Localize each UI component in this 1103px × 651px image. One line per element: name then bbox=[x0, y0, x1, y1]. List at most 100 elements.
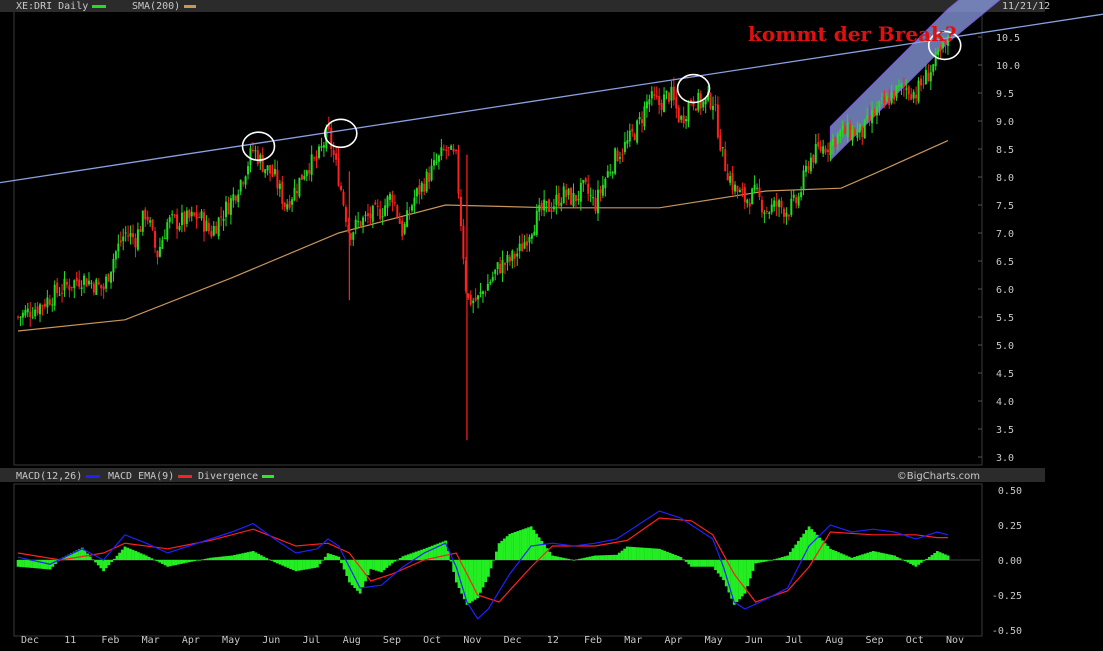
divergence-bar bbox=[30, 560, 33, 568]
candle-body bbox=[122, 236, 125, 242]
candle-body bbox=[134, 238, 137, 248]
price-panel-frame bbox=[13, 9, 983, 466]
month-tick-label: Feb bbox=[101, 635, 119, 646]
divergence-bar bbox=[489, 560, 493, 569]
candle-body bbox=[271, 172, 274, 177]
divergence-bar bbox=[505, 536, 509, 560]
candle-body bbox=[829, 142, 832, 156]
candle-body bbox=[667, 92, 670, 102]
candle-body bbox=[310, 154, 313, 175]
candle-body bbox=[753, 184, 756, 190]
candle-body bbox=[234, 195, 237, 201]
candle-body bbox=[927, 72, 930, 82]
candle-body bbox=[420, 182, 423, 192]
divergence-bar bbox=[144, 555, 148, 560]
divergence-bar bbox=[874, 551, 878, 560]
candle-body bbox=[574, 194, 577, 202]
candle-body bbox=[875, 107, 878, 116]
divergence-bar bbox=[609, 554, 613, 560]
candle-body bbox=[658, 96, 661, 105]
candle-body bbox=[503, 263, 506, 265]
ema-label: MACD EMA(9) bbox=[108, 471, 174, 482]
candle-body bbox=[650, 91, 653, 99]
divergence-bar bbox=[16, 560, 20, 567]
candle-body bbox=[809, 157, 812, 172]
divergence-bar bbox=[839, 553, 843, 560]
candle-body bbox=[538, 205, 541, 212]
candle-body bbox=[751, 188, 754, 205]
candle-body bbox=[866, 115, 869, 120]
candle-body bbox=[518, 243, 521, 251]
divergence-bar bbox=[179, 560, 183, 564]
divergence-bar bbox=[898, 558, 902, 560]
candle-body bbox=[354, 219, 357, 230]
candle-body bbox=[929, 72, 932, 82]
divergence-bar bbox=[714, 560, 717, 571]
month-tick-label: Apr bbox=[182, 635, 200, 646]
price-tick-label: 6.5 bbox=[996, 257, 1014, 268]
divergence-bar bbox=[740, 560, 744, 597]
divergence-bar bbox=[270, 560, 274, 561]
price-tick-label: 3.0 bbox=[996, 453, 1014, 464]
candle-body bbox=[814, 144, 817, 163]
divergence-bar bbox=[185, 560, 188, 563]
month-tick-label: 11 bbox=[64, 635, 76, 646]
candle-body bbox=[770, 204, 773, 213]
candle-body bbox=[455, 149, 458, 152]
candle-body bbox=[734, 184, 737, 192]
candle-body bbox=[48, 299, 51, 305]
divergence-bar bbox=[577, 558, 581, 560]
month-tick-label: May bbox=[705, 635, 723, 646]
candle-body bbox=[910, 94, 913, 100]
candle-body bbox=[229, 198, 232, 215]
divergence-bar bbox=[527, 527, 530, 560]
divergence-bar bbox=[334, 555, 338, 560]
candle-body bbox=[530, 234, 533, 239]
price-tick-label: 5.5 bbox=[996, 313, 1014, 324]
divergence-bar bbox=[553, 556, 557, 560]
divergence-bar bbox=[906, 560, 910, 563]
candle-body bbox=[29, 311, 32, 317]
candle-body bbox=[792, 194, 795, 198]
candle-body bbox=[256, 150, 259, 165]
candle-body bbox=[119, 240, 122, 243]
candle-body bbox=[670, 87, 673, 101]
candle-body bbox=[760, 199, 763, 213]
candle-body bbox=[200, 211, 203, 219]
candle-body bbox=[496, 262, 499, 270]
month-tick-label: Dec bbox=[21, 635, 39, 646]
candle-body bbox=[912, 91, 915, 99]
candle-body bbox=[619, 157, 622, 159]
candle-body bbox=[548, 199, 551, 212]
candle-body bbox=[472, 300, 475, 304]
candle-body bbox=[748, 202, 751, 207]
candle-body bbox=[552, 206, 555, 210]
divergence-bar bbox=[230, 555, 234, 560]
divergence-bar bbox=[631, 546, 635, 560]
ema-legend-swatch bbox=[178, 475, 192, 478]
divergence-bar bbox=[548, 551, 552, 560]
candle-body bbox=[457, 150, 460, 194]
divergence-bar bbox=[559, 557, 562, 560]
candle-body bbox=[87, 280, 90, 285]
candle-body bbox=[721, 147, 724, 149]
month-tick-label: Sep bbox=[383, 635, 401, 646]
div-label: Divergence bbox=[198, 471, 258, 482]
price-tick-label: 6.0 bbox=[996, 285, 1014, 296]
divergence-bar bbox=[380, 560, 383, 573]
candle-body bbox=[577, 199, 580, 201]
candle-body bbox=[161, 240, 164, 249]
divergence-bar bbox=[567, 558, 570, 560]
divergence-bar bbox=[650, 548, 653, 560]
candle-body bbox=[819, 146, 822, 151]
divergence-bar bbox=[102, 560, 106, 572]
candle-body bbox=[567, 188, 570, 195]
candle-body bbox=[782, 208, 785, 217]
candle-body bbox=[109, 271, 112, 283]
candle-body bbox=[939, 47, 942, 51]
candle-body bbox=[276, 169, 279, 189]
divergence-bar bbox=[297, 560, 301, 571]
divergence-bar bbox=[946, 555, 950, 560]
divergence-bar bbox=[805, 530, 808, 560]
candle-body bbox=[450, 145, 453, 150]
